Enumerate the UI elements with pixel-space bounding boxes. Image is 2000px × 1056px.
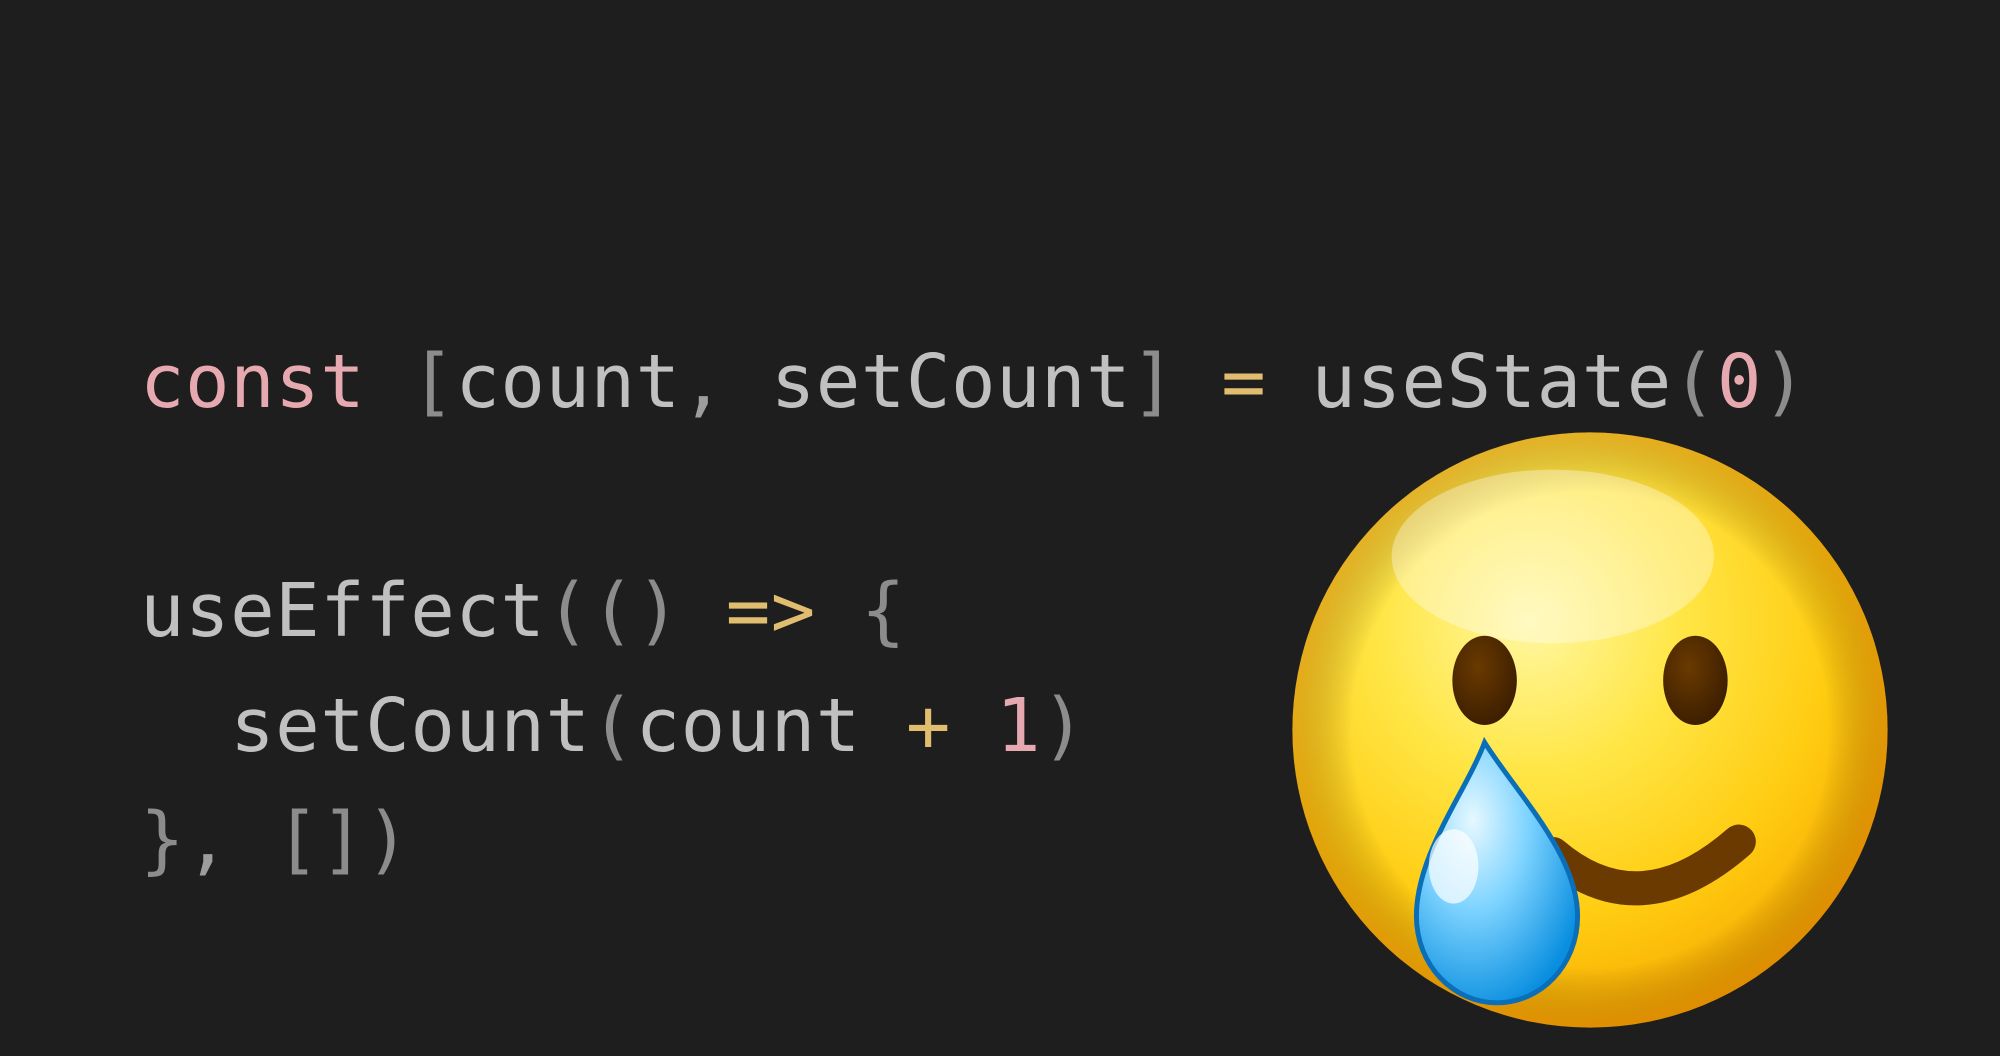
- token-rbracket: ]: [320, 797, 365, 883]
- code-line-5: }, []): [140, 797, 410, 883]
- code-line-1: const [count, setCount] = useState(0): [140, 339, 1807, 425]
- token-const-keyword: const: [140, 339, 410, 425]
- code-line-4: setCount(count + 1): [140, 683, 1086, 769]
- token-comma: ,: [185, 797, 275, 883]
- token-space: [681, 568, 726, 654]
- code-line-3: useEffect(() => {: [140, 568, 906, 654]
- token-lparen: (: [591, 683, 636, 769]
- token-lparen: (: [1672, 339, 1717, 425]
- token-count: count: [636, 683, 861, 769]
- smiling-face-with-tear-icon: [1280, 420, 1900, 1040]
- token-rparen: ): [1041, 683, 1086, 769]
- token-usestate: useState: [1311, 339, 1671, 425]
- token-rbrace: }: [140, 797, 185, 883]
- token-zero: 0: [1717, 339, 1762, 425]
- token-space: [1176, 339, 1221, 425]
- token-lparen: (: [591, 568, 636, 654]
- token-lbrace: {: [861, 568, 906, 654]
- token-useeffect: useEffect: [140, 568, 545, 654]
- token-lbracket: [: [410, 339, 455, 425]
- token-space: [816, 568, 861, 654]
- token-space: [861, 683, 906, 769]
- token-arrow: =>: [726, 568, 816, 654]
- token-rbracket: ]: [1131, 339, 1176, 425]
- token-lparen: (: [545, 568, 590, 654]
- token-one: 1: [996, 683, 1041, 769]
- token-plus: +: [906, 683, 951, 769]
- token-equals: =: [1221, 339, 1266, 425]
- token-rparen: ): [1762, 339, 1807, 425]
- token-space: [1266, 339, 1311, 425]
- token-lbracket: [: [275, 797, 320, 883]
- token-setcount: setCount: [230, 683, 590, 769]
- token-indent: [140, 683, 230, 769]
- token-rparen: ): [636, 568, 681, 654]
- token-rparen: ): [365, 797, 410, 883]
- token-count: count: [455, 339, 680, 425]
- token-comma: ,: [681, 339, 771, 425]
- token-space: [951, 683, 996, 769]
- token-setcount: setCount: [771, 339, 1131, 425]
